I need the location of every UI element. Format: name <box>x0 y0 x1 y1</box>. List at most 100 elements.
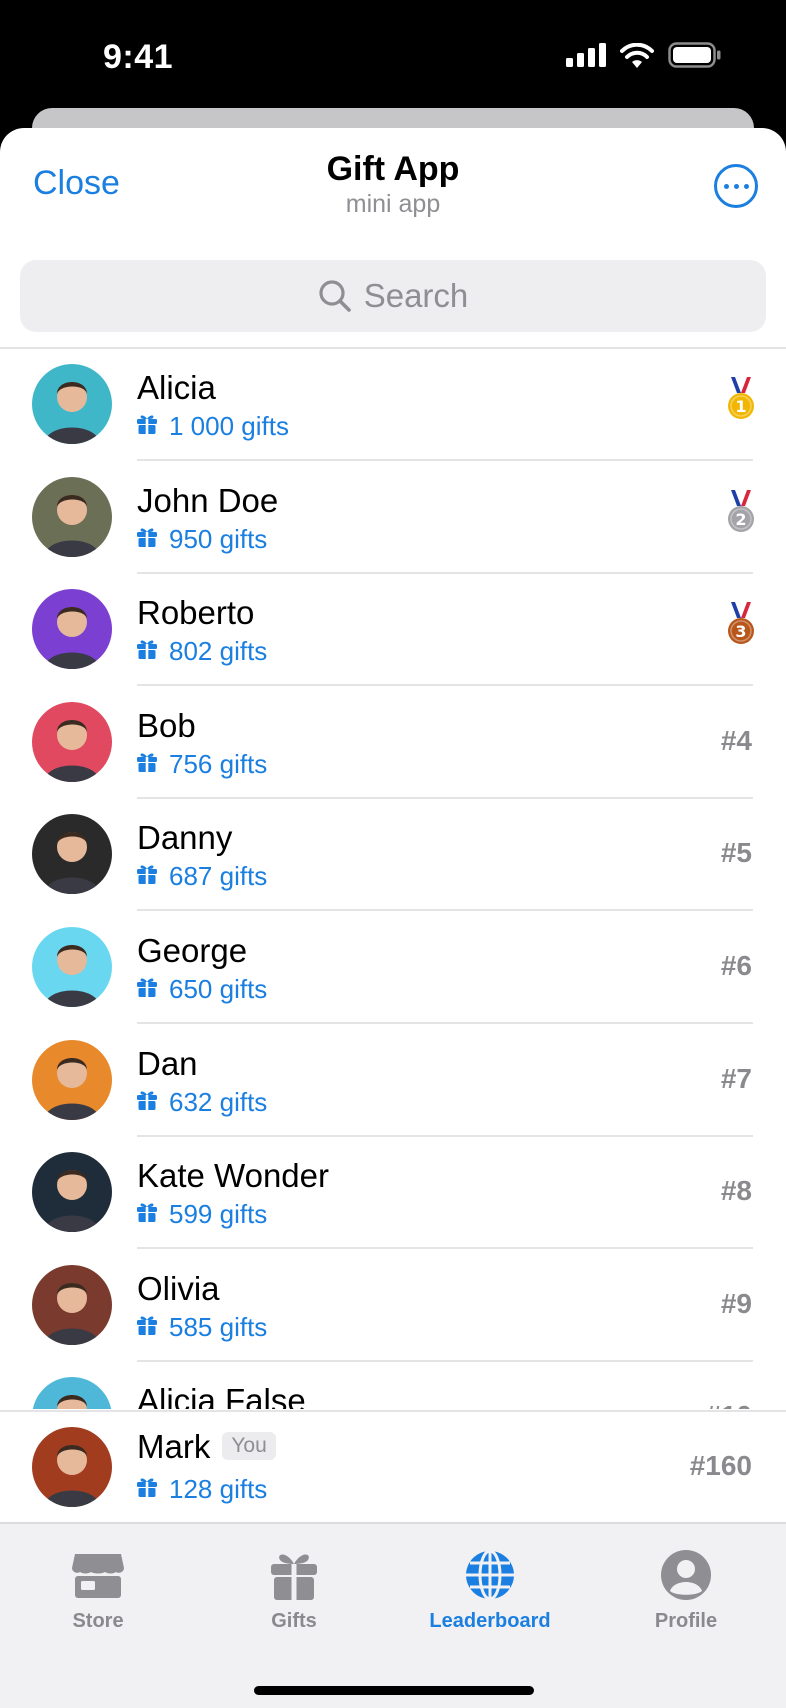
user-name: John Doe <box>137 481 279 519</box>
leaderboard-row[interactable]: Bob 756 gifts #4 <box>0 687 786 799</box>
search-input[interactable]: Search <box>20 260 766 332</box>
rank-label: #7 <box>720 1062 752 1094</box>
current-user-gifts: 128 gifts <box>136 1474 267 1505</box>
user-name: Bob <box>137 706 196 744</box>
leaderboard-row[interactable]: Danny 687 gifts #5 <box>0 799 786 912</box>
avatar <box>32 927 112 1007</box>
gift-count: 599 gifts <box>136 1199 267 1230</box>
avatar <box>32 1152 112 1233</box>
current-user-name-text: Mark <box>137 1428 211 1465</box>
tab-leaderboard[interactable]: Leaderboard <box>415 1546 565 1633</box>
current-user-rank: #160 <box>689 1450 752 1481</box>
globe-icon <box>415 1546 565 1604</box>
user-name: George <box>137 932 248 969</box>
gift-icon <box>219 1546 369 1604</box>
rank-label: #6 <box>720 950 752 981</box>
app-title: Gift App <box>326 150 460 188</box>
gift-count: 802 gifts <box>136 636 267 667</box>
home-indicator <box>254 1686 534 1695</box>
current-user-gift-count: 128 gifts <box>169 1474 268 1504</box>
rank-label: #8 <box>720 1175 752 1207</box>
user-name: Olivia <box>137 1269 220 1307</box>
gift-icon <box>136 524 158 555</box>
gift-count-text: 1 000 gifts <box>169 411 289 441</box>
avatar <box>32 589 112 670</box>
gift-icon <box>136 636 158 667</box>
avatar <box>32 364 112 444</box>
leaderboard-row[interactable]: Kate Wonder 599 gifts #8 <box>0 1137 786 1250</box>
more-dot-icon <box>743 183 749 189</box>
user-name: Alicia <box>137 369 216 406</box>
leaderboard-row[interactable]: Alicia False #10 <box>0 1362 786 1409</box>
gift-count: 756 gifts <box>136 749 267 780</box>
gift-count-text: 599 gifts <box>169 1199 268 1230</box>
silver-medal-icon: 2 <box>724 489 758 539</box>
more-options-button[interactable] <box>714 164 758 208</box>
svg-text:1: 1 <box>735 397 746 416</box>
gift-icon <box>136 861 158 892</box>
gift-icon <box>136 974 158 1005</box>
gift-icon <box>136 749 158 780</box>
status-bar: 9:41 <box>0 0 786 110</box>
tab-gifts[interactable]: Gifts <box>219 1546 369 1633</box>
sheet-header: Close Gift App mini app <box>0 128 786 248</box>
svg-text:3: 3 <box>735 622 746 641</box>
gift-count: 950 gifts <box>136 524 267 555</box>
leaderboard-row[interactable]: Roberto 802 gifts 3 <box>0 574 786 687</box>
user-name: Roberto <box>137 594 255 632</box>
avatar <box>32 1039 112 1120</box>
tab-label: Store <box>72 1610 124 1632</box>
tab-label: Leaderboard <box>429 1610 551 1632</box>
avatar <box>32 814 112 895</box>
user-name: Dan <box>137 1044 198 1082</box>
cellular-signal-icon <box>566 43 606 67</box>
leaderboard-row[interactable]: John Doe 950 gifts 2 <box>0 462 786 574</box>
gift-icon <box>136 1087 158 1118</box>
gift-icon <box>136 1474 158 1505</box>
rank-label: #5 <box>720 837 752 869</box>
more-dot-icon <box>723 183 729 189</box>
wifi-icon <box>620 42 654 68</box>
gift-icon <box>136 1199 158 1230</box>
gift-count: 650 gifts <box>136 974 267 1005</box>
status-time: 9:41 <box>103 38 174 76</box>
avatar <box>32 476 112 557</box>
tab-store[interactable]: Store <box>23 1546 173 1633</box>
current-user-row[interactable]: Mark You 128 gifts #160 <box>0 1410 786 1522</box>
user-name: Danny <box>137 819 233 857</box>
avatar <box>32 1377 112 1409</box>
svg-text:2: 2 <box>735 510 746 529</box>
you-badge: You <box>222 1432 276 1460</box>
tab-bar: Store Gifts Leaderboard Profile <box>0 1522 786 1708</box>
gift-count: 687 gifts <box>136 861 267 892</box>
gift-count-text: 585 gifts <box>169 1311 268 1342</box>
profile-icon <box>611 1546 761 1604</box>
more-dot-icon <box>733 183 739 189</box>
gift-count-text: 687 gifts <box>169 861 268 892</box>
leaderboard-list: Alicia 1 000 gifts 1 John Doe 950 gifts 2 Robe… <box>0 349 786 1409</box>
leaderboard-row[interactable]: Dan 632 gifts #7 <box>0 1025 786 1137</box>
leaderboard-row[interactable]: Olivia 585 gifts #9 <box>0 1250 786 1362</box>
tab-label: Profile <box>654 1610 718 1632</box>
leaderboard-row[interactable]: George 650 gifts #6 <box>0 912 786 1024</box>
search-placeholder: Search <box>363 277 469 314</box>
bronze-medal-icon: 3 <box>724 602 758 651</box>
gift-count-text: 802 gifts <box>169 636 268 667</box>
status-icons <box>566 42 722 68</box>
gift-count: 1 000 gifts <box>136 411 289 442</box>
current-user-name: Mark You <box>137 1428 276 1466</box>
gift-count-text: 650 gifts <box>169 974 268 1004</box>
avatar <box>32 1264 112 1345</box>
avatar <box>32 1427 112 1507</box>
gift-icon <box>136 1312 158 1343</box>
leaderboard-row[interactable]: Alicia 1 000 gifts 1 <box>0 349 786 461</box>
gift-count: 585 gifts <box>136 1312 267 1343</box>
gift-count: 632 gifts <box>136 1087 267 1118</box>
battery-icon <box>668 42 721 68</box>
user-name: Kate Wonder <box>137 1157 330 1195</box>
app-subtitle: mini app <box>345 190 441 218</box>
gift-count-text: 632 gifts <box>169 1086 268 1117</box>
rank-label: #10 <box>705 1400 752 1409</box>
tab-profile[interactable]: Profile <box>611 1546 761 1633</box>
store-icon <box>23 1546 173 1604</box>
